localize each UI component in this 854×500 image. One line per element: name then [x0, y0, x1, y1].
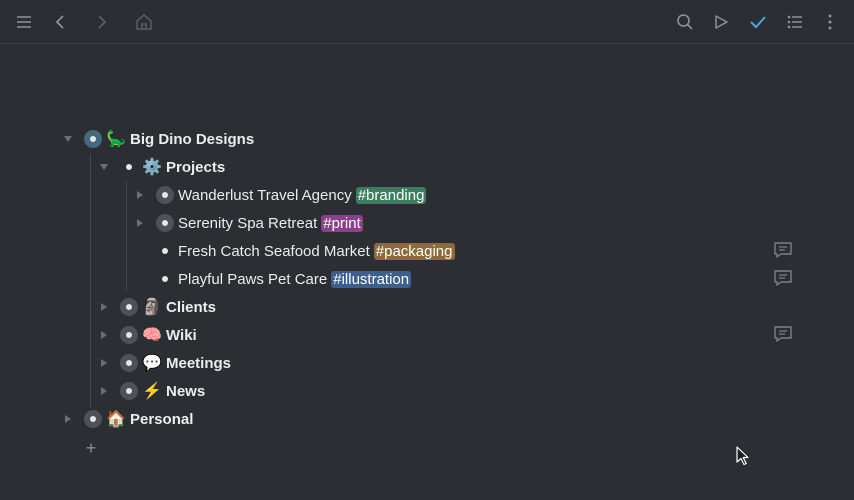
expand-triangle-icon[interactable]: [62, 413, 74, 425]
gear-emoji-icon: ⚙️: [142, 159, 162, 176]
comment-icon[interactable]: [772, 239, 794, 261]
bullet-icon[interactable]: [120, 298, 138, 316]
item-label[interactable]: Big Dino Designs: [130, 131, 254, 148]
house-emoji-icon: 🏠: [106, 411, 126, 428]
outline-item-news[interactable]: ⚡ News: [98, 377, 205, 405]
outline: 🦕 Big Dino Designs ⚙️ Projects Wanderlus…: [0, 0, 854, 500]
moai-emoji-icon: 🗿: [142, 299, 162, 316]
item-label[interactable]: News: [166, 383, 205, 400]
expand-triangle-icon[interactable]: [134, 189, 146, 201]
item-label[interactable]: Meetings: [166, 355, 231, 372]
comment-icon[interactable]: [772, 267, 794, 289]
guide-line: [126, 181, 127, 291]
expand-triangle-icon[interactable]: [98, 357, 110, 369]
tag-packaging[interactable]: #packaging: [373, 242, 455, 260]
outline-item-wiki[interactable]: 🧠 Wiki: [98, 321, 197, 349]
collapse-triangle-icon[interactable]: [98, 161, 110, 173]
outline-item-big-dino-designs[interactable]: 🦕 Big Dino Designs: [62, 125, 254, 153]
bullet-icon[interactable]: [156, 214, 174, 232]
outline-item-clients[interactable]: 🗿 Clients: [98, 293, 216, 321]
expand-triangle-icon[interactable]: [134, 217, 146, 229]
brain-emoji-icon: 🧠: [142, 327, 162, 344]
bullet-icon[interactable]: [156, 186, 174, 204]
item-label[interactable]: Personal: [130, 411, 193, 428]
bullet-icon[interactable]: [156, 242, 174, 260]
tag-print[interactable]: #print: [321, 214, 363, 232]
outline-item-project[interactable]: Serenity Spa Retreat #print: [134, 209, 363, 237]
bullet-icon[interactable]: [120, 158, 138, 176]
outline-item-project[interactable]: Fresh Catch Seafood Market #packaging: [134, 237, 455, 265]
item-label[interactable]: Fresh Catch Seafood Market: [178, 243, 370, 260]
outline-item-project[interactable]: Playful Paws Pet Care #illustration: [134, 265, 412, 293]
mouse-cursor-icon: [736, 446, 750, 471]
expand-triangle-icon[interactable]: [98, 329, 110, 341]
outline-item-meetings[interactable]: 💬 Meetings: [98, 349, 231, 377]
bullet-icon[interactable]: [156, 270, 174, 288]
item-label[interactable]: Wiki: [166, 327, 197, 344]
item-label[interactable]: Wanderlust Travel Agency: [178, 187, 352, 204]
outline-item-project[interactable]: Wanderlust Travel Agency #branding: [134, 181, 427, 209]
item-label[interactable]: Clients: [166, 299, 216, 316]
bullet-icon[interactable]: [120, 382, 138, 400]
guide-line: [90, 153, 91, 408]
tag-illustration[interactable]: #illustration: [331, 270, 412, 288]
outline-item-projects[interactable]: ⚙️ Projects: [98, 153, 225, 181]
bullet-icon[interactable]: [84, 130, 102, 148]
add-item-button[interactable]: +: [82, 438, 100, 458]
outline-item-personal[interactable]: 🏠 Personal: [62, 405, 193, 433]
comment-icon[interactable]: [772, 323, 794, 345]
expand-triangle-icon[interactable]: [98, 385, 110, 397]
item-label[interactable]: Playful Paws Pet Care: [178, 271, 327, 288]
collapse-triangle-icon[interactable]: [62, 133, 74, 145]
sauropod-emoji-icon: 🦕: [106, 131, 126, 148]
item-label[interactable]: Serenity Spa Retreat: [178, 215, 317, 232]
bullet-icon[interactable]: [84, 410, 102, 428]
bullet-icon[interactable]: [120, 354, 138, 372]
tag-branding[interactable]: #branding: [355, 186, 427, 204]
expand-triangle-icon[interactable]: [98, 301, 110, 313]
bullet-icon[interactable]: [120, 326, 138, 344]
speech-bubble-emoji-icon: 💬: [142, 355, 162, 372]
item-label[interactable]: Projects: [166, 159, 225, 176]
lightning-emoji-icon: ⚡: [142, 383, 162, 400]
